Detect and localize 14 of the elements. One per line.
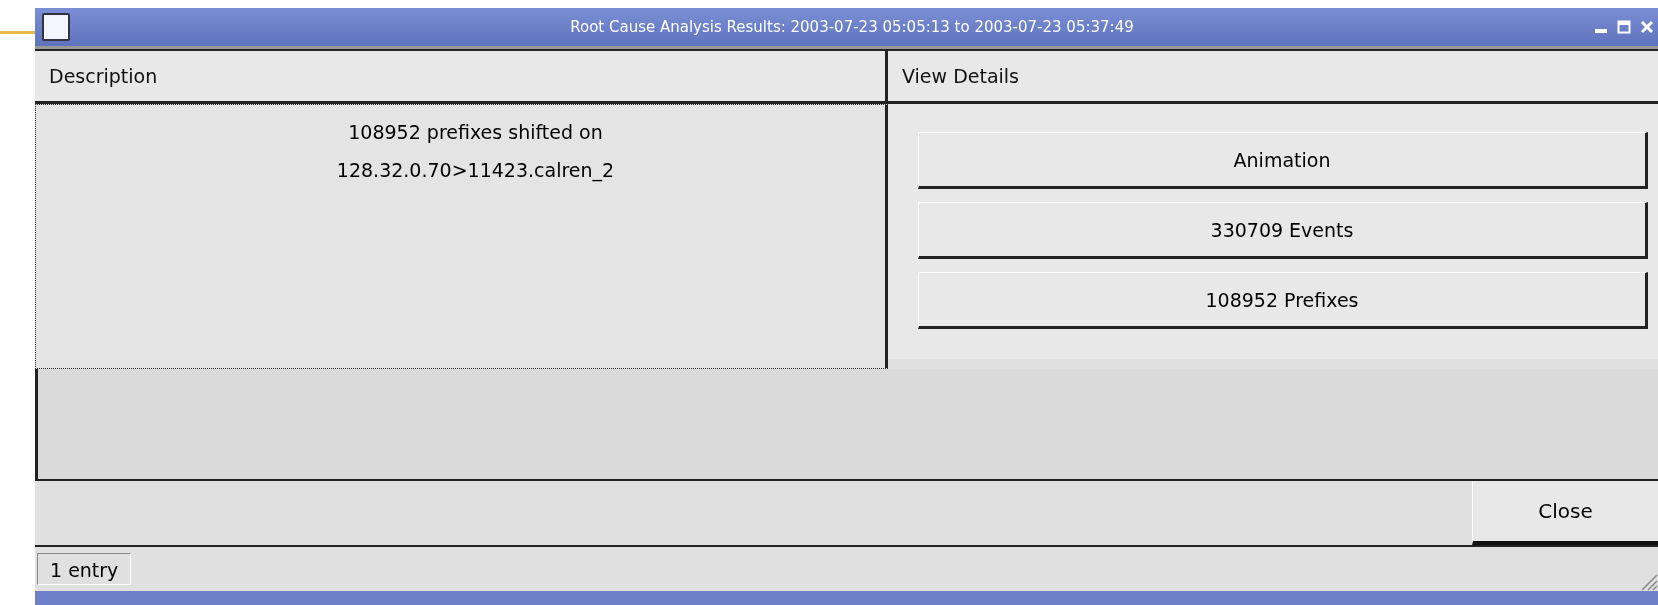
column-header[interactable]: View Details	[888, 51, 1658, 104]
description-text: 128.32.0.70>11423.calren_2	[336, 158, 615, 184]
status-text: 1 entry	[37, 553, 132, 585]
details-button[interactable]: 330709 Events	[918, 202, 1648, 259]
close-button[interactable]: Close	[1472, 481, 1658, 545]
window-icon[interactable]	[42, 13, 70, 41]
details-button[interactable]: 108952 Prefixes	[918, 272, 1648, 329]
maximize-icon[interactable]	[1617, 20, 1631, 34]
edge-line	[0, 31, 36, 34]
window-title: Root Cause Analysis Results: 2003-07-23 05:05:13 to 2003-07-23 05:37:49	[569, 18, 1135, 36]
close-icon[interactable]	[1640, 20, 1654, 34]
details-button[interactable]: Animation	[918, 132, 1648, 189]
description-text: 108952 prefixes shifted on	[348, 120, 603, 145]
column-header[interactable]: Description	[35, 51, 888, 104]
